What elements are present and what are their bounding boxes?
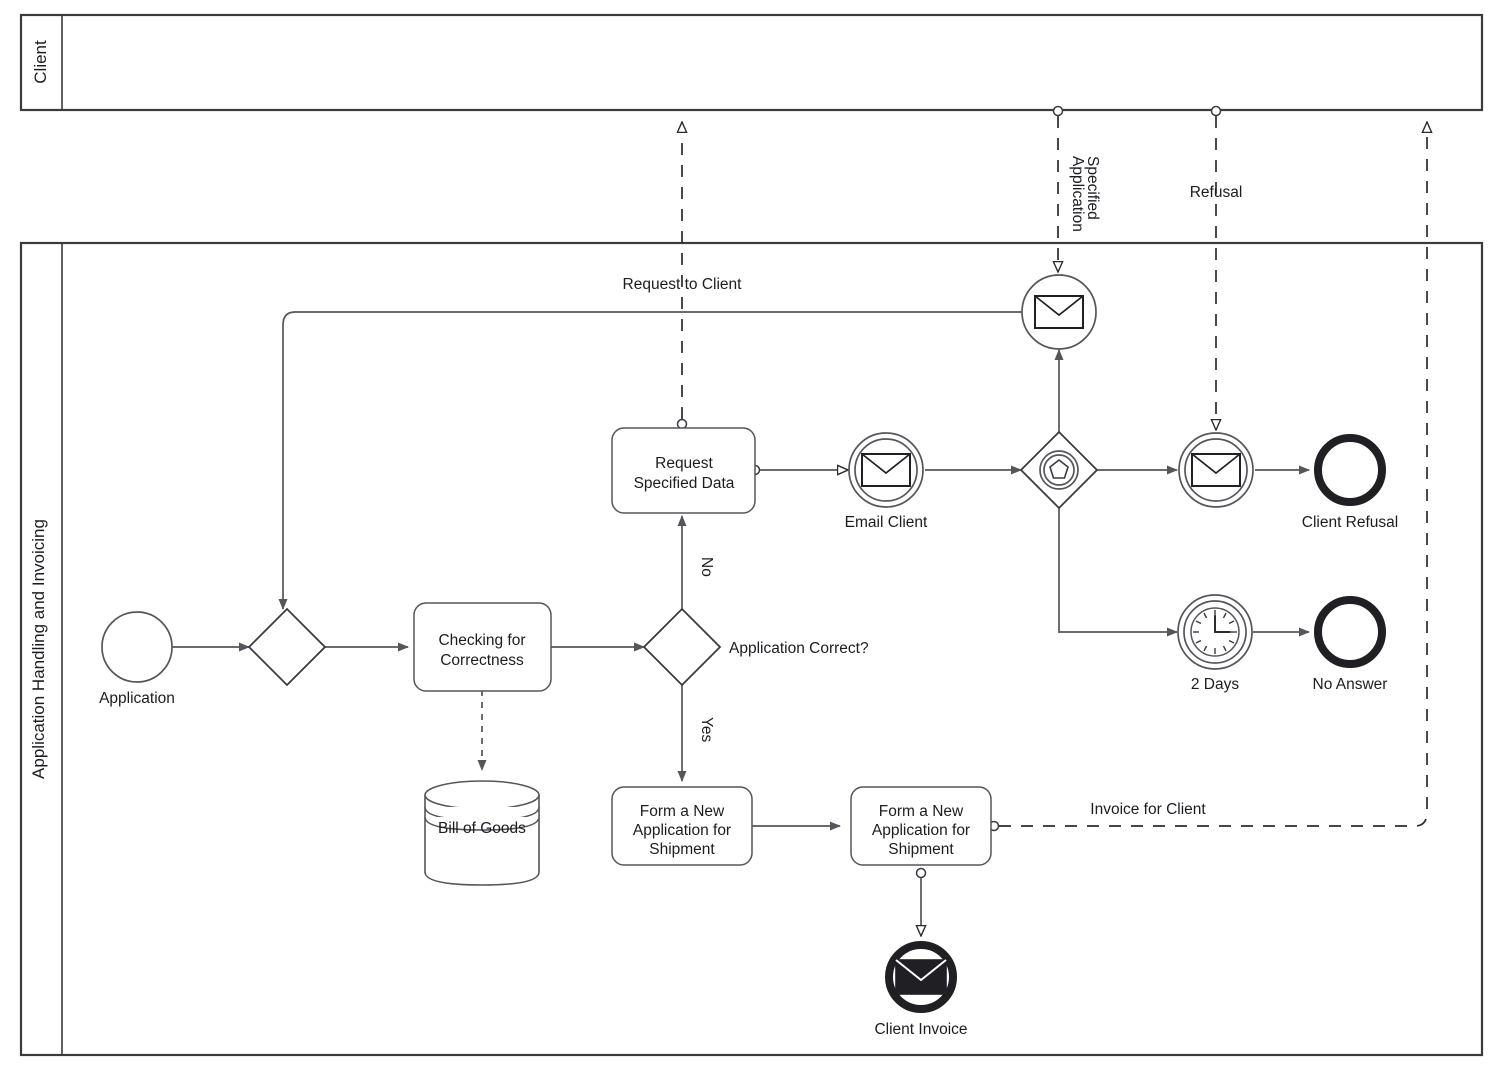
task-request-data-label-line1: Request bbox=[655, 455, 713, 472]
pool-client-rect bbox=[19, 13, 1484, 112]
seqflow-label-yes: Yes bbox=[698, 717, 715, 743]
task-request-specified-data[interactable]: Request Specified Data bbox=[611, 427, 756, 514]
task-request-data-label-line2: Specified Data bbox=[634, 475, 735, 492]
start-event-application-circle bbox=[101, 611, 173, 683]
bpmn-diagram-canvas: Client Application Handling and Invoicin… bbox=[0, 0, 1500, 1074]
data-store-bill-of-goods[interactable]: Bill of Goods bbox=[424, 780, 540, 886]
end-no-answer-circle bbox=[1314, 596, 1386, 668]
task-form-new-application-2[interactable]: Form a New Application for Shipment bbox=[850, 786, 992, 866]
end-client-invoice-label: Client Invoice bbox=[874, 1021, 967, 1038]
bpmn-diagram-svg: Client Application Handling and Invoicin… bbox=[19, 13, 1484, 1057]
end-client-refusal-circle bbox=[1314, 434, 1386, 506]
msgflow-label-invoice-for-client: Invoice for Client bbox=[1090, 801, 1206, 818]
email-client-label: Email Client bbox=[845, 514, 928, 531]
task-form-app-1-label-line1: Form a New bbox=[640, 803, 725, 820]
pool-client: Client bbox=[19, 13, 1484, 112]
pool-main-label: Application Handling and Invoicing bbox=[29, 519, 48, 779]
start-event-application-label: Application bbox=[99, 690, 175, 707]
task-form-new-application-1[interactable]: Form a New Application for Shipment bbox=[611, 786, 753, 866]
gateway-application-correct-label: Application Correct? bbox=[729, 640, 869, 657]
task-checking-label-line2: Correctness bbox=[440, 652, 524, 669]
task-checking-for-correctness[interactable]: Checking for Correctness bbox=[413, 602, 552, 692]
start-event-application[interactable]: Application bbox=[99, 611, 175, 707]
seqflow-source-dot-form-app-2 bbox=[915, 867, 927, 879]
data-store-top-ellipse bbox=[424, 780, 540, 810]
task-form-app-2-label-line1: Form a New bbox=[879, 803, 964, 820]
pool-client-label: Client bbox=[31, 40, 50, 84]
end-event-no-answer[interactable]: No Answer bbox=[1313, 596, 1388, 693]
task-form-app-1-label-line2: Application for bbox=[633, 822, 731, 839]
msgflow-label-refusal: Refusal bbox=[1190, 184, 1243, 201]
end-client-refusal-label: Client Refusal bbox=[1302, 514, 1399, 531]
timer-2-days-label: 2 Days bbox=[1191, 676, 1239, 693]
seqflow-label-no: No bbox=[698, 557, 715, 577]
msgflow-label-specified-application-line2: Application bbox=[1069, 156, 1086, 232]
message-catch-event-specified-application[interactable] bbox=[1021, 274, 1097, 350]
msgflow-source-dot-request-to-client bbox=[676, 418, 688, 430]
end-no-answer-label: No Answer bbox=[1313, 676, 1388, 693]
task-checking-label-line1: Checking for bbox=[438, 632, 525, 649]
task-form-app-2-label-line3: Shipment bbox=[888, 841, 954, 858]
task-form-app-1-label-line3: Shipment bbox=[649, 841, 715, 858]
message-throw-event-email-client[interactable]: Email Client bbox=[845, 432, 928, 531]
msgflow-source-dot-refusal bbox=[1210, 105, 1222, 117]
task-form-app-2-label-line2: Application for bbox=[872, 822, 970, 839]
msgflow-source-dot-specified-application bbox=[1052, 105, 1064, 117]
msgflow-label-request-to-client: Request to Client bbox=[623, 276, 743, 293]
data-store-label: Bill of Goods bbox=[438, 820, 526, 837]
message-catch-event-refusal[interactable] bbox=[1178, 432, 1254, 508]
